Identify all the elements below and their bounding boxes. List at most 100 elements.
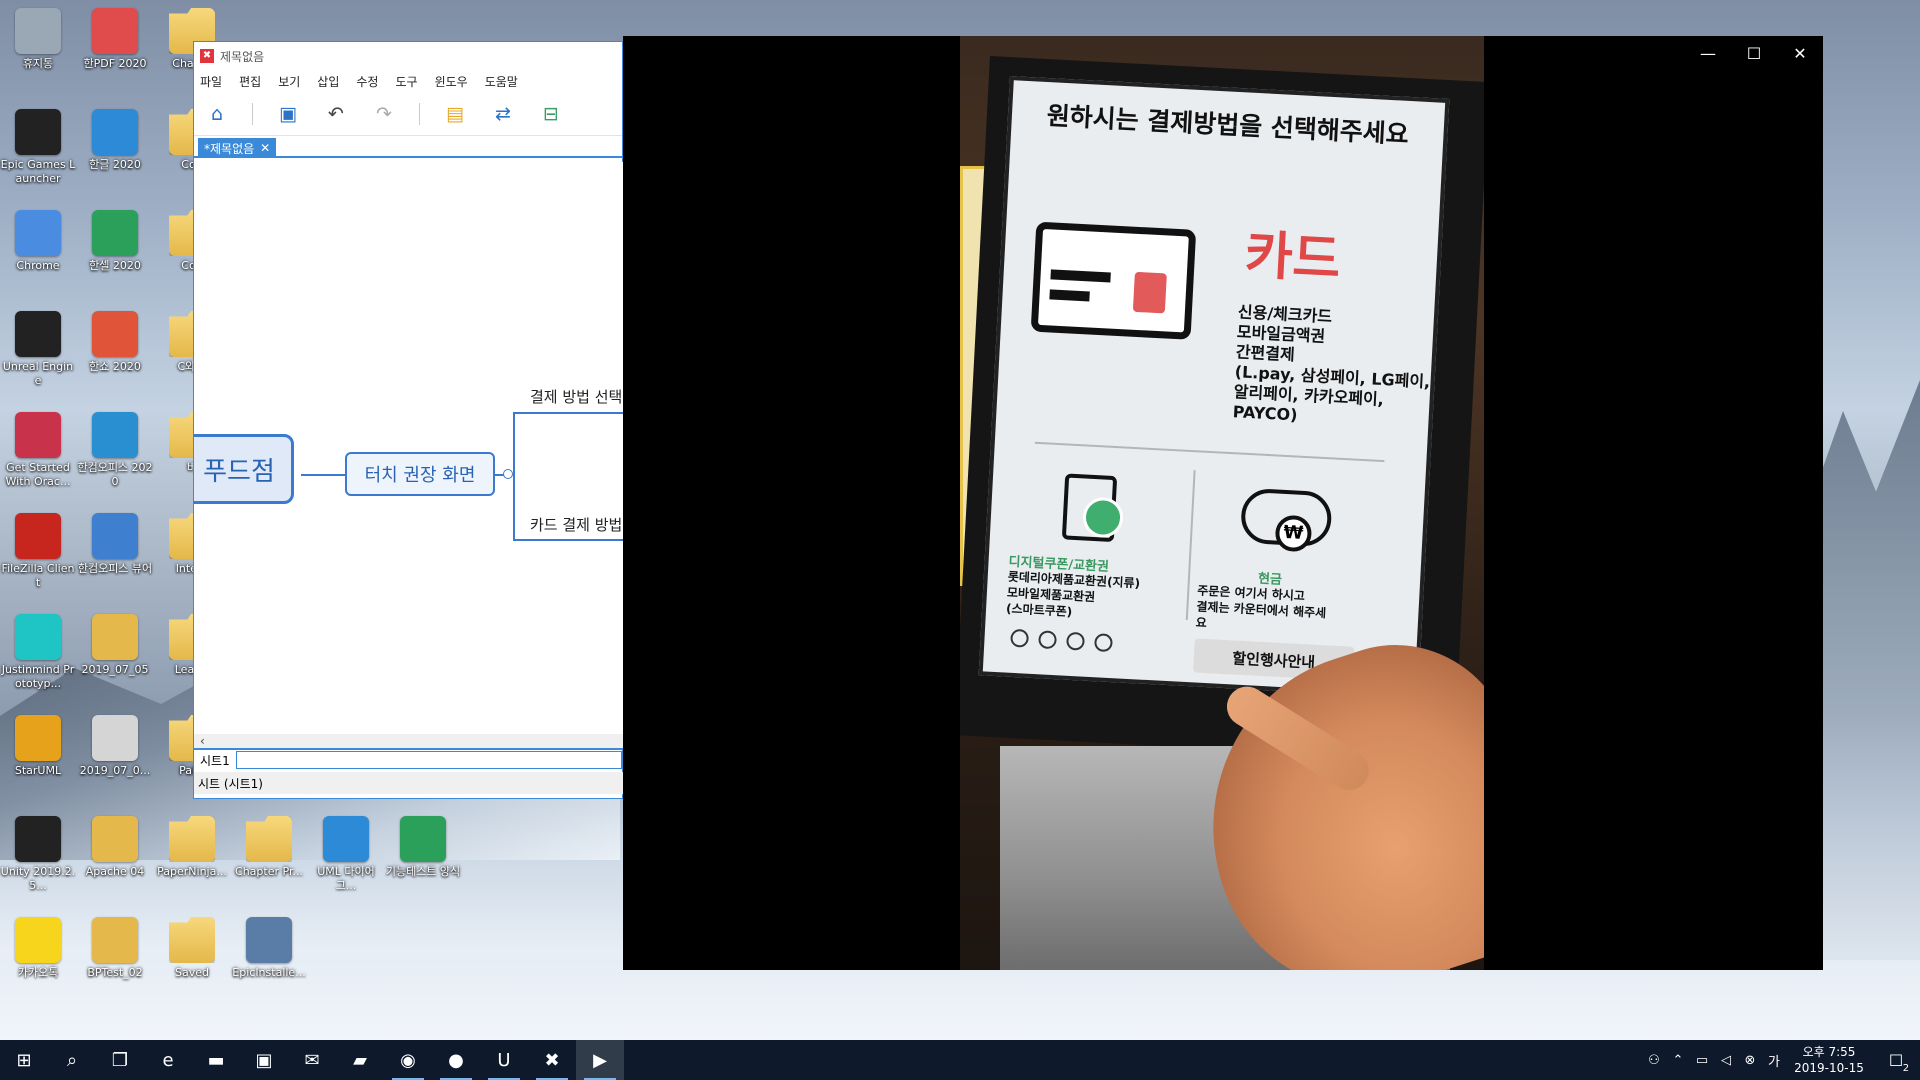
hancom-office-icon	[92, 412, 138, 458]
desktop-icon[interactable]: Chrome	[0, 206, 76, 304]
xmind-titlebar[interactable]: ✖ 제목없음	[194, 42, 622, 70]
desktop-icon-label: StarUML	[14, 764, 62, 777]
unreal-icon[interactable]: U	[480, 1040, 528, 1080]
desktop-icon[interactable]: Justinmind Prototyp...	[0, 610, 76, 708]
desktop-icon-label: Unreal Engine	[2, 360, 74, 387]
desktop-icon-label: 한쇼 2020	[89, 360, 141, 373]
desktop-icon[interactable]: UML 다이어그...	[308, 812, 384, 910]
menu-view[interactable]: 보기	[278, 73, 300, 90]
clock-time: 오후 7:55	[1802, 1045, 1856, 1059]
xmind-icon[interactable]: ✖	[528, 1040, 576, 1080]
chrome-icon[interactable]: ◉	[384, 1040, 432, 1080]
relationship-icon[interactable]: ⇄	[490, 101, 516, 127]
accessibility-icons	[1010, 628, 1113, 653]
home-icon[interactable]: ⌂	[204, 101, 230, 127]
volume-icon[interactable]: ◁	[1714, 1053, 1738, 1068]
action-center-icon[interactable]: ☐ 2	[1872, 1040, 1920, 1080]
save-icon[interactable]: ▣	[275, 101, 301, 127]
desktop-icon[interactable]: FileZilla Client	[0, 509, 76, 607]
desktop-icon[interactable]: Apache 04	[77, 812, 153, 910]
toolbar-separator	[252, 102, 253, 125]
undo-icon[interactable]: ↶	[323, 101, 349, 127]
desktop-icon[interactable]: 카카오톡	[0, 913, 76, 1011]
recycle-bin-icon	[15, 8, 61, 54]
desktop-icon[interactable]: 한PDF 2020	[77, 4, 153, 102]
card-title: 카드	[1243, 225, 1343, 291]
minimize-button[interactable]: —	[1685, 36, 1731, 70]
menu-tools[interactable]: 도구	[395, 73, 417, 90]
taskbar: ⊞ ⌕ ❐ e ▬ ▣ ✉ ▰ ◉ ● U ✖ ▶ ⚇ ⌃ ▭ ◁ ⊗ 가 오후 7:55 2019-1…	[0, 1040, 1920, 1080]
horizontal-scrollbar[interactable]: ‹	[194, 734, 624, 748]
menu-help[interactable]: 도움말	[485, 73, 518, 90]
app-icon[interactable]: ●	[432, 1040, 480, 1080]
desktop-icon-label: PaperNinja...	[157, 865, 227, 878]
sheet-tab[interactable]: 시트1	[194, 752, 236, 769]
desktop-icon[interactable]: 한컴오피스 2020	[77, 408, 153, 506]
edge-icon[interactable]: e	[144, 1040, 192, 1080]
sticky-notes-icon[interactable]: ▰	[336, 1040, 384, 1080]
menu-window[interactable]: 윈도우	[435, 73, 468, 90]
redo-icon[interactable]: ↷	[371, 101, 397, 127]
desktop-icon[interactable]: 2019_07_0...	[77, 711, 153, 809]
task-view-icon[interactable]: ❐	[96, 1040, 144, 1080]
show-hidden-icons[interactable]: ⌃	[1666, 1053, 1690, 1068]
desktop-icon[interactable]: EpicInstalle...	[231, 913, 307, 1011]
kakaotalk-icon	[15, 917, 61, 963]
desktop-icon[interactable]: Unity 2019.2.5...	[0, 812, 76, 910]
window-controls: — ☐ ✕	[1685, 36, 1823, 70]
desktop-icon[interactable]: Epic Games Launcher	[0, 105, 76, 203]
video-frame[interactable]: 원하시는 결제방법을 선택해주세요 카드 신용/체크카드 모바일금액권 간편결제…	[960, 36, 1484, 970]
desktop-icon[interactable]: Saved	[154, 913, 230, 1011]
people-icon[interactable]: ⚇	[1642, 1053, 1666, 1068]
start-icon[interactable]: ⊞	[0, 1040, 48, 1080]
desktop-icon-label: Saved	[175, 966, 209, 979]
desktop-icon[interactable]: 한컴오피스 뷰어	[77, 509, 153, 607]
subtopic-payment-select[interactable]: 결제 방법 선택	[530, 386, 622, 407]
desktop-icon[interactable]: 2019_07_05	[77, 610, 153, 708]
structure-icon[interactable]: ⊟	[538, 101, 564, 127]
network-icon[interactable]: ▭	[1690, 1053, 1714, 1068]
central-topic[interactable]: 푸드점	[194, 434, 294, 504]
clock[interactable]: 오후 7:55 2019-10-15	[1786, 1044, 1872, 1076]
topic-style-icon[interactable]: ▤	[442, 101, 468, 127]
desktop-icon-label: 휴지통	[22, 57, 54, 70]
xmind-window-title: 제목없음	[220, 49, 265, 64]
desktop-icon[interactable]: 한글 2020	[77, 105, 153, 203]
file-explorer-icon[interactable]: ▬	[192, 1040, 240, 1080]
desktop-icon[interactable]: Get Started With Orac...	[0, 408, 76, 506]
justinmind-icon	[15, 614, 61, 660]
menu-modify[interactable]: 수정	[356, 73, 378, 90]
collapse-handle[interactable]	[503, 469, 513, 479]
clock-date: 2019-10-15	[1794, 1061, 1864, 1075]
oracle-icon	[15, 412, 61, 458]
status-bar: 시트 (시트1)	[194, 772, 624, 794]
close-tab-icon[interactable]: ✕	[260, 141, 270, 155]
main-topic[interactable]: 터치 권장 화면	[345, 452, 495, 496]
close-button[interactable]: ✕	[1777, 36, 1823, 70]
video-player-icon[interactable]: ▶	[576, 1040, 624, 1080]
menu-insert[interactable]: 삽입	[317, 73, 339, 90]
tab-untitled[interactable]: *제목없음 ✕	[198, 138, 277, 158]
desktop-icon[interactable]: 기능테스트 양식	[385, 812, 461, 910]
desktop-icon[interactable]: StarUML	[0, 711, 76, 809]
desktop-icon[interactable]: 휴지통	[0, 4, 76, 102]
ime-icon[interactable]: 가	[1762, 1051, 1786, 1070]
desktop-icon[interactable]: PaperNinja...	[154, 812, 230, 910]
desktop-icon[interactable]: 한셀 2020	[77, 206, 153, 304]
video-player-window[interactable]: — ☐ ✕ 원하시는 결제방법을 선택해주세요 카드 신용/체크카드 모바일금액…	[623, 36, 1823, 970]
search-icon[interactable]: ⌕	[48, 1040, 96, 1080]
menu-file[interactable]: 파일	[200, 73, 222, 90]
desktop-icon[interactable]: 한쇼 2020	[77, 307, 153, 405]
desktop-icon[interactable]: Chapter Pr...	[231, 812, 307, 910]
store-icon[interactable]: ▣	[240, 1040, 288, 1080]
subtopic-card-payment[interactable]: 카드 결제 방법	[530, 514, 622, 535]
mail-icon[interactable]: ✉	[288, 1040, 336, 1080]
sheet-tab-field[interactable]	[235, 751, 622, 769]
maximize-button[interactable]: ☐	[1731, 36, 1777, 70]
desktop-icon[interactable]: Unreal Engine	[0, 307, 76, 405]
desktop-icon[interactable]: BPTest_02	[77, 913, 153, 1011]
wallpaper-mountain-right	[1810, 380, 1920, 1000]
tray-app-icon[interactable]: ⊗	[1738, 1053, 1762, 1068]
mindmap-canvas[interactable]: 푸드점 터치 권장 화면 결제 방법 선택 카드 결제 방법	[194, 162, 624, 734]
menu-edit[interactable]: 편집	[239, 73, 261, 90]
